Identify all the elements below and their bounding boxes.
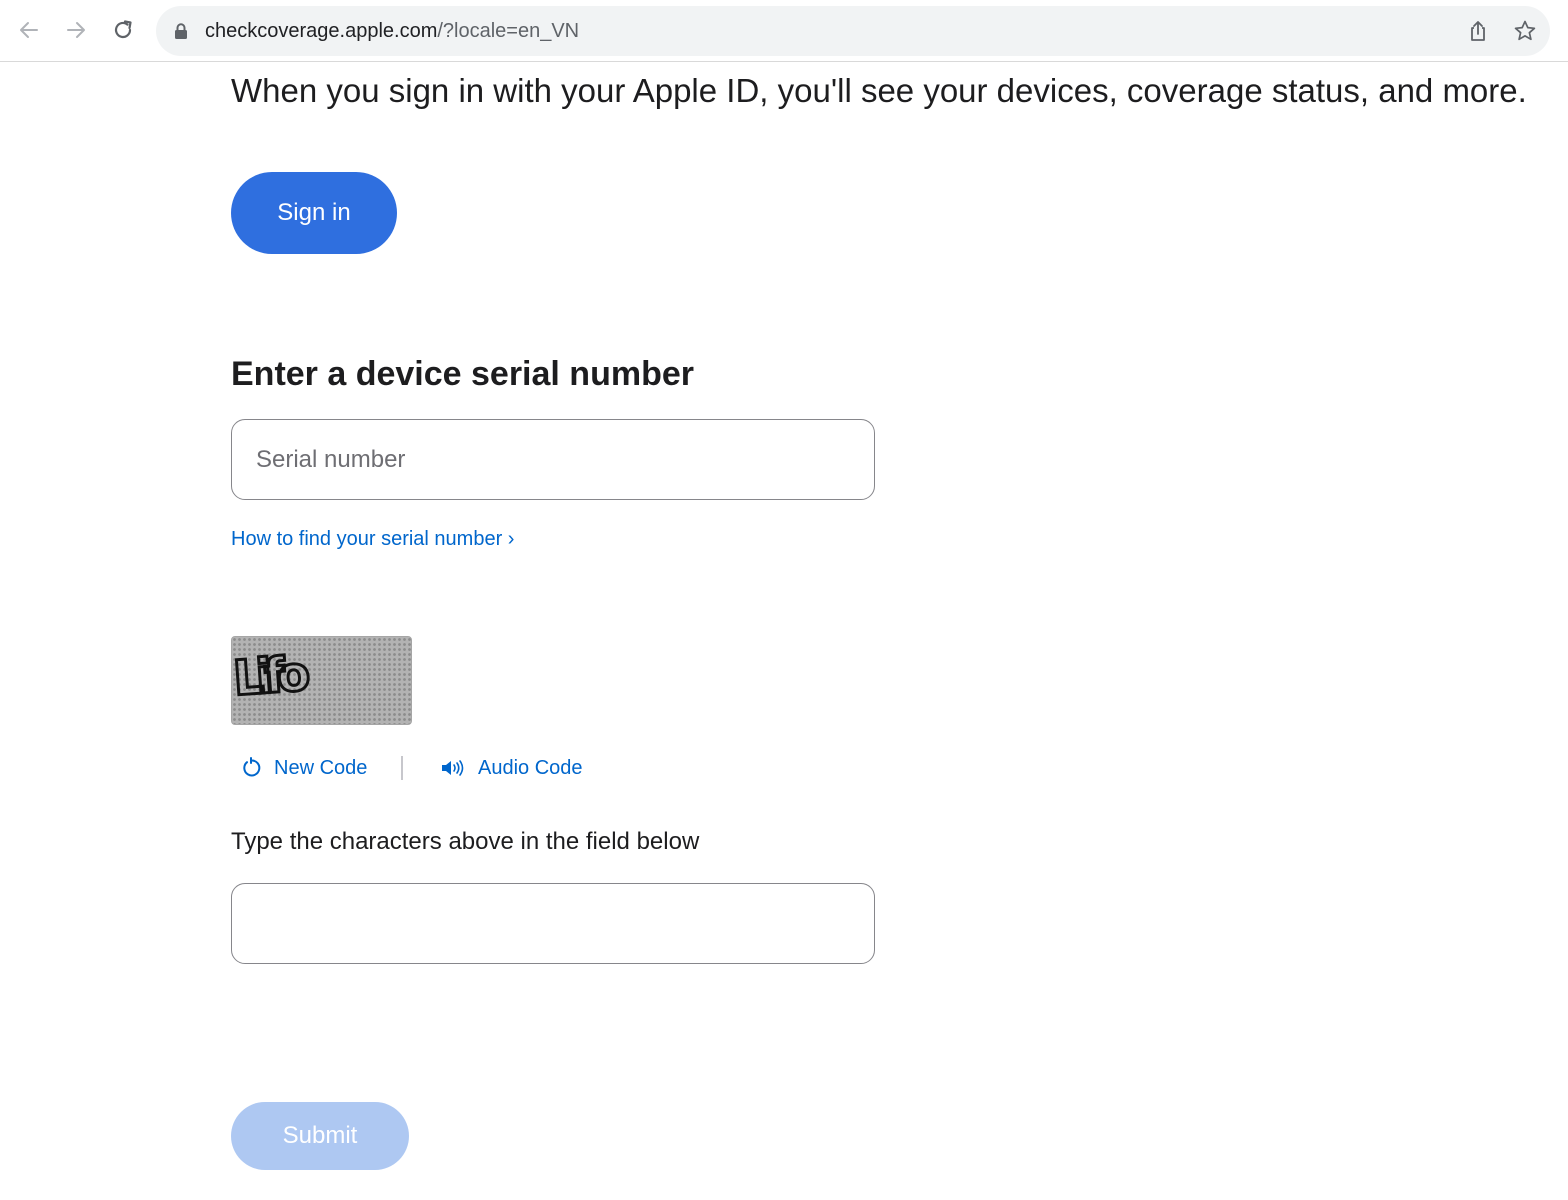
captcha-image: Lifo xyxy=(231,636,412,725)
url-host: checkcoverage.apple.com xyxy=(205,20,438,42)
captcha-input[interactable] xyxy=(231,883,875,964)
lock-icon xyxy=(175,23,187,39)
reload-icon xyxy=(114,20,132,39)
back-button[interactable] xyxy=(13,14,45,46)
reload-button[interactable] xyxy=(107,14,139,46)
captcha-instruction: Type the characters above in the field b… xyxy=(231,828,700,855)
url-path: /?locale=en_VN xyxy=(437,20,580,42)
captcha-actions-divider xyxy=(401,756,403,780)
new-code-button[interactable]: New Code xyxy=(240,752,367,784)
audio-code-label: Audio Code xyxy=(478,756,583,779)
address-bar[interactable]: checkcoverage.apple.com/?locale=en_VN xyxy=(156,6,1550,56)
arrow-right-icon xyxy=(67,22,85,38)
submit-button[interactable]: Submit xyxy=(231,1102,409,1170)
arrow-left-icon xyxy=(20,22,38,38)
refresh-icon xyxy=(243,757,261,777)
browser-toolbar: checkcoverage.apple.com/?locale=en_VN xyxy=(0,0,1568,62)
sign-in-intro-text: When you sign in with your Apple ID, you… xyxy=(231,72,1527,109)
sign-in-button[interactable]: Sign in xyxy=(231,172,397,254)
url-text: checkcoverage.apple.com/?locale=en_VN xyxy=(205,6,579,56)
star-icon[interactable] xyxy=(1513,19,1537,43)
find-serial-number-link[interactable]: How to find your serial number › xyxy=(231,526,514,552)
share-icon[interactable] xyxy=(1466,19,1490,43)
speaker-icon xyxy=(442,760,464,776)
audio-code-button[interactable]: Audio Code xyxy=(440,752,583,784)
serial-number-heading: Enter a device serial number xyxy=(231,355,694,393)
forward-button[interactable] xyxy=(60,14,92,46)
new-code-label: New Code xyxy=(274,756,368,779)
serial-number-input[interactable] xyxy=(231,419,875,500)
captcha-text: Lifo xyxy=(232,646,310,707)
